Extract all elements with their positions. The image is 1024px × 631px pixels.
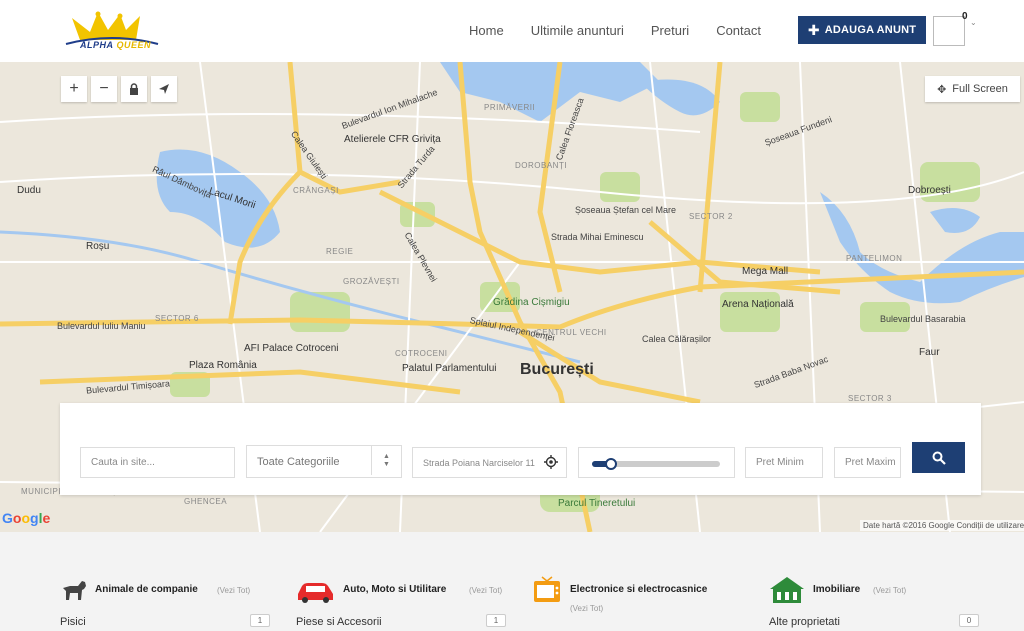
subcategory-count: 1 xyxy=(250,614,270,627)
google-logo[interactable]: Google xyxy=(2,510,50,526)
logo-text: ALPHA QUEEN xyxy=(80,40,152,50)
map-label-mega-mall: Mega Mall xyxy=(742,266,789,277)
select-arrows-icon: ▲ ▼ xyxy=(371,446,401,475)
map-label-dobroesti: Dobroești xyxy=(908,185,951,196)
map-label-basarabia: Bulevardul Basarabia xyxy=(880,314,966,324)
house-icon xyxy=(770,577,804,603)
move-icon: ✥ xyxy=(937,83,947,96)
map-label-faur: Faur xyxy=(919,347,940,358)
subcategory-link[interactable]: Alte proprietati xyxy=(769,616,840,628)
map-label-grozavesti: GROZĂVEȘTI xyxy=(343,277,400,286)
map-label-cotroceni: COTROCENI xyxy=(395,349,448,358)
map-label-tineretului: Parcul Tineretului xyxy=(558,498,636,509)
see-all-link[interactable]: (Vezi Tot) xyxy=(873,586,906,595)
subcategory-link[interactable]: Pisici xyxy=(60,616,86,628)
subcategory-count: 1 xyxy=(486,614,506,627)
map-label-calarasilor: Calea Călărașilor xyxy=(642,334,712,344)
map-label-plaza: Plaza România xyxy=(189,360,257,371)
min-price-input[interactable] xyxy=(756,457,822,468)
crosshair-icon[interactable] xyxy=(544,455,558,469)
map-label-ateliere: Atelierele CFR Grivița xyxy=(344,134,441,145)
map-label-ghencea: GHENCEA xyxy=(184,497,228,506)
map-label-sector3: SECTOR 3 xyxy=(848,394,892,403)
category-title[interactable]: Imobiliare xyxy=(813,584,860,595)
map-label-iuliu-maniu: Bulevardul Iuliu Maniu xyxy=(57,321,146,331)
category-title[interactable]: Auto, Moto si Utilitare xyxy=(343,584,446,595)
see-all-link[interactable]: (Vezi Tot) xyxy=(469,586,502,595)
max-price-input[interactable] xyxy=(845,457,900,468)
map-label-bucuresti: București xyxy=(520,361,594,378)
nav-prices[interactable]: Preturi xyxy=(651,23,689,38)
max-price-field[interactable] xyxy=(834,447,901,478)
nav-home[interactable]: Home xyxy=(469,23,504,38)
zoom-out-button[interactable]: − xyxy=(91,76,117,102)
map-label-primaverii: PRIMĂVERII xyxy=(484,103,536,112)
plus-icon: ✚ xyxy=(807,21,820,38)
nav-latest-ads[interactable]: Ultimile anunturi xyxy=(531,23,624,38)
user-notification-count: 0 xyxy=(962,11,968,22)
header: ALPHA QUEEN Home Ultimile anunturi Pretu… xyxy=(0,0,1024,62)
map-label-stefan: Șoseaua Ștefan cel Mare xyxy=(575,205,677,215)
category-title[interactable]: Animale de companie xyxy=(95,584,198,595)
map-label-sector2: SECTOR 2 xyxy=(689,212,733,221)
map-label-gradina: Grădina Cișmigiu xyxy=(493,297,570,308)
map-label-rosu: Roșu xyxy=(86,241,110,252)
search-input[interactable] xyxy=(91,457,234,468)
see-all-link[interactable]: (Vezi Tot) xyxy=(217,586,250,595)
location-value: Strada Poiana Narciselor 11 xyxy=(423,457,535,468)
subcategory-count: 0 xyxy=(959,614,979,627)
slider-handle[interactable] xyxy=(605,458,618,470)
category-select-value: Toate Categoriile xyxy=(257,455,340,468)
navigation-icon xyxy=(159,84,169,94)
map-controls: + − xyxy=(61,76,177,102)
location-field[interactable]: Strada Poiana Narciselor 11 xyxy=(412,447,567,478)
slider-track[interactable] xyxy=(592,458,720,470)
see-all-link[interactable]: (Vezi Tot) xyxy=(570,604,603,613)
fullscreen-label: Full Screen xyxy=(952,83,1008,95)
locate-button[interactable] xyxy=(151,76,177,102)
add-ad-label: ADAUGA ANUNT xyxy=(824,24,917,36)
main-nav: Home Ultimile anunturi Preturi Contact xyxy=(469,23,788,38)
user-avatar[interactable] xyxy=(933,16,965,46)
category-select[interactable]: Toate Categoriile ▲ ▼ xyxy=(246,445,402,478)
map-label-arena: Arena Națională xyxy=(722,299,794,310)
chevron-down-icon[interactable]: ⌄ xyxy=(970,18,977,27)
map-label-afi: AFI Palace Cotroceni xyxy=(244,343,339,354)
tv-icon xyxy=(534,576,560,602)
map-label-dudu: Dudu xyxy=(17,185,41,196)
categories-section: Animale de companie (Vezi Tot) Pisici 1 … xyxy=(0,532,1024,631)
dog-icon xyxy=(63,581,86,600)
min-price-field[interactable] xyxy=(745,447,823,478)
add-ad-button[interactable]: ✚ ADAUGA ANUNT xyxy=(798,16,926,44)
logo[interactable]: ALPHA QUEEN xyxy=(62,10,162,54)
lock-button[interactable] xyxy=(121,76,147,102)
price-range-slider[interactable] xyxy=(578,447,735,478)
nav-contact[interactable]: Contact xyxy=(716,23,761,38)
map-label-pantelimon: PANTELIMON xyxy=(846,254,903,263)
map-label-sector6: SECTOR 6 xyxy=(155,314,199,323)
search-icon xyxy=(932,451,946,465)
lock-icon xyxy=(130,83,138,95)
map-label-eminescu: Strada Mihai Eminescu xyxy=(551,232,644,242)
map-label-crangasi: CRÂNGAȘI xyxy=(293,186,339,195)
map-label-palatul: Palatul Parlamentului xyxy=(402,363,497,374)
category-title[interactable]: Electronice si electrocasnice xyxy=(570,584,707,595)
fullscreen-button[interactable]: ✥ Full Screen xyxy=(925,76,1020,102)
map-label-regie: REGIE xyxy=(326,247,354,256)
zoom-in-button[interactable]: + xyxy=(61,76,87,102)
car-icon xyxy=(298,583,333,603)
subcategory-link[interactable]: Piese si Accesorii xyxy=(296,616,382,628)
search-panel: Toate Categoriile ▲▼ Strada Poiana Narci… xyxy=(60,403,981,495)
search-button[interactable] xyxy=(912,442,965,473)
search-keyword-field[interactable] xyxy=(80,447,235,478)
map-attribution[interactable]: Date hartă ©2016 Google Condiții de util… xyxy=(860,520,1024,531)
map-label-dorobanti: DOROBANȚI xyxy=(515,161,568,170)
